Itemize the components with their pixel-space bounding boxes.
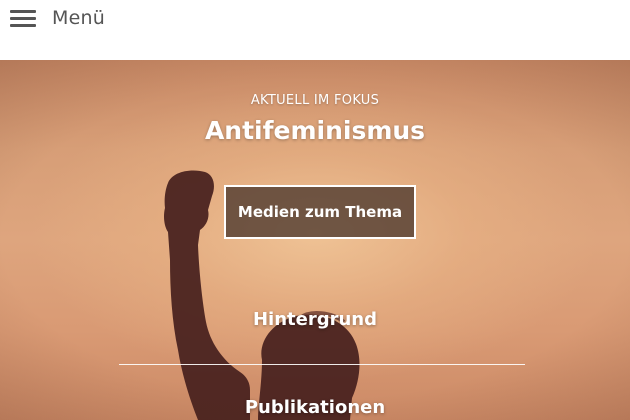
hamburger-menu-icon[interactable] [10, 9, 36, 27]
top-bar: Menü [0, 0, 630, 60]
hero-kicker: AKTUELL IM FOKUS [250, 93, 380, 108]
media-button[interactable]: Medien zum Thema [224, 185, 416, 239]
hero-banner: AKTUELL IM FOKUS Antifeminismus Medien z… [0, 60, 630, 420]
link-hintergrund[interactable]: Hintergrund [0, 309, 630, 330]
menu-label[interactable]: Menü [52, 7, 105, 29]
hero-title: Antifeminismus [204, 116, 426, 145]
link-publikationen[interactable]: Publikationen [0, 397, 630, 418]
divider [119, 364, 525, 365]
hero-content: AKTUELL IM FOKUS Antifeminismus Medien z… [0, 60, 630, 420]
menu-button[interactable]: Menü [10, 5, 105, 31]
